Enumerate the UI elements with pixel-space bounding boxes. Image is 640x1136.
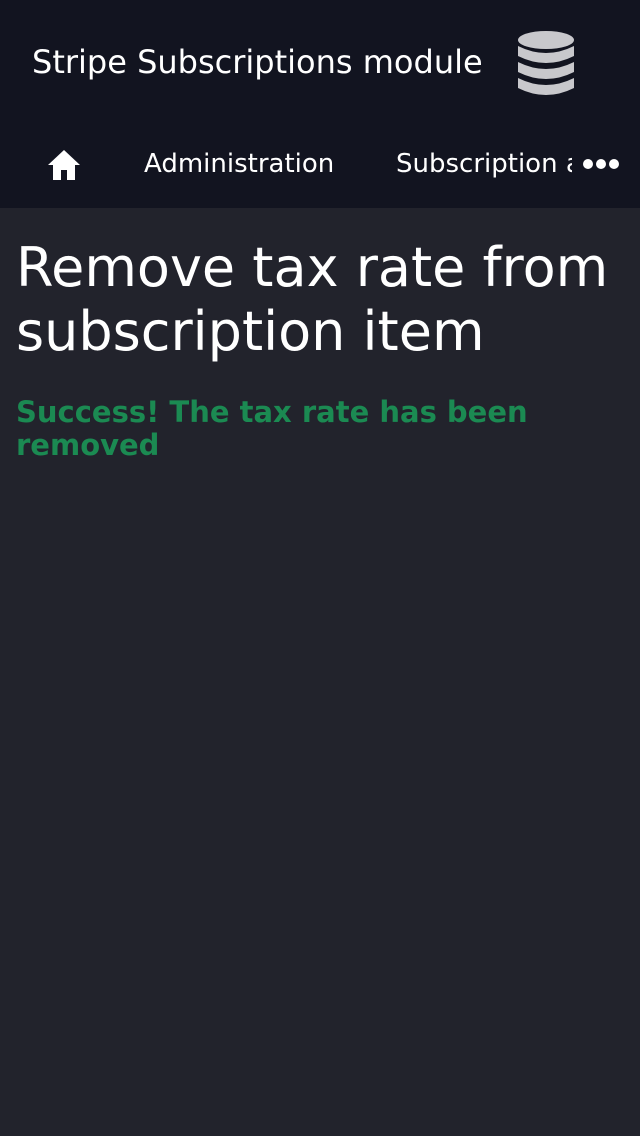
success-message: Success! The tax rate has been removed	[16, 395, 528, 462]
page-title: Remove tax rate from subscription item	[16, 236, 609, 363]
home-icon[interactable]	[46, 148, 82, 182]
database-icon	[518, 31, 574, 95]
nav-item-subscription[interactable]: Subscription a	[396, 146, 572, 182]
more-dots-icon[interactable]	[582, 156, 620, 172]
app-title: Stripe Subscriptions module	[32, 43, 483, 81]
main-nav: Administration Subscription a	[0, 130, 640, 198]
nav-item-administration[interactable]: Administration	[144, 146, 334, 182]
app-header: Stripe Subscriptions module Administrati…	[0, 0, 640, 208]
